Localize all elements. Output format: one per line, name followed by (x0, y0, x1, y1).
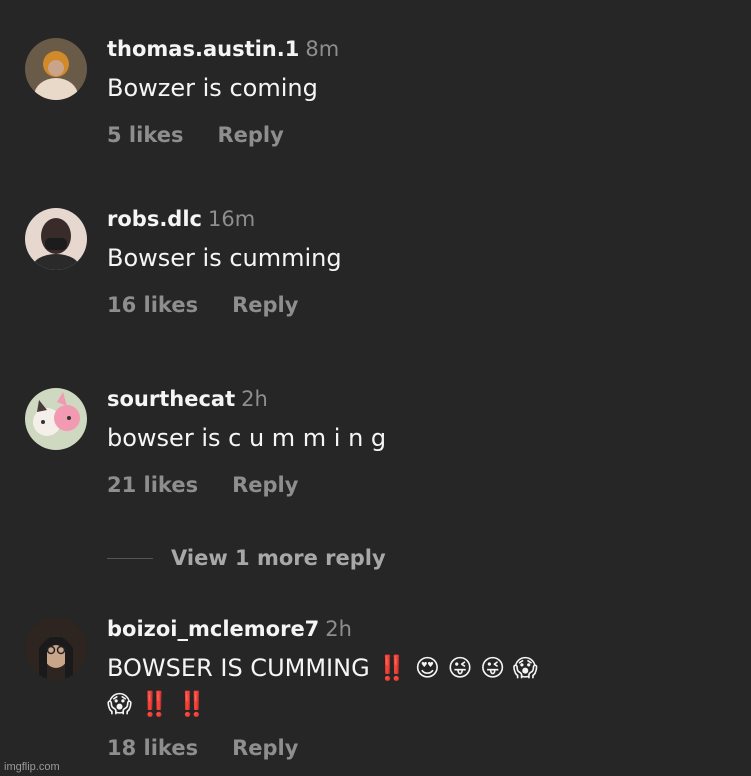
comment-actions: 16 likes Reply (107, 292, 298, 318)
view-more-label: View 1 more reply (171, 546, 386, 570)
divider-line (107, 557, 153, 559)
likes-count[interactable]: 21 likes (107, 473, 198, 497)
reply-button[interactable]: Reply (232, 473, 298, 497)
avatar[interactable] (25, 388, 87, 450)
reply-button[interactable]: Reply (232, 293, 298, 317)
username[interactable]: thomas.austin.1 (107, 37, 299, 61)
avatar[interactable] (25, 208, 87, 270)
username[interactable]: boizoi_mclemore7 (107, 617, 319, 641)
comment-meta: boizoi_mclemore7 2h (107, 616, 352, 642)
comment-meta: sourthecat 2h (107, 386, 268, 412)
timestamp: 2h (325, 617, 352, 641)
avatar[interactable] (25, 618, 87, 680)
comment-actions: 5 likes Reply (107, 122, 284, 148)
comment-text: Bowser is cumming (107, 244, 342, 272)
likes-count[interactable]: 18 likes (107, 736, 198, 760)
comment-actions: 18 likes Reply (107, 735, 298, 761)
view-more-replies-button[interactable]: View 1 more reply (107, 544, 386, 572)
avatar[interactable] (25, 38, 87, 100)
comment-text-line-1: BOWSER IS CUMMING ‼️ 😍 😜 😜 😱 (107, 654, 538, 682)
timestamp: 2h (241, 387, 268, 411)
comment-text: bowser is c u m m i n g (107, 424, 387, 452)
comment-meta: robs.dlc 16m (107, 206, 255, 232)
reply-button[interactable]: Reply (232, 736, 298, 760)
comment-text: Bowzer is coming (107, 74, 318, 102)
comment-actions: 21 likes Reply (107, 472, 298, 498)
reply-button[interactable]: Reply (217, 123, 283, 147)
likes-count[interactable]: 16 likes (107, 293, 198, 317)
username[interactable]: robs.dlc (107, 207, 202, 231)
timestamp: 16m (207, 207, 256, 231)
timestamp: 8m (305, 37, 340, 61)
comment-meta: thomas.austin.1 8m (107, 36, 339, 62)
watermark: imgflip.com (4, 761, 60, 773)
likes-count[interactable]: 5 likes (107, 123, 183, 147)
username[interactable]: sourthecat (107, 387, 235, 411)
comment-text-line-2: 😱 ‼️ ‼️ (107, 690, 208, 718)
